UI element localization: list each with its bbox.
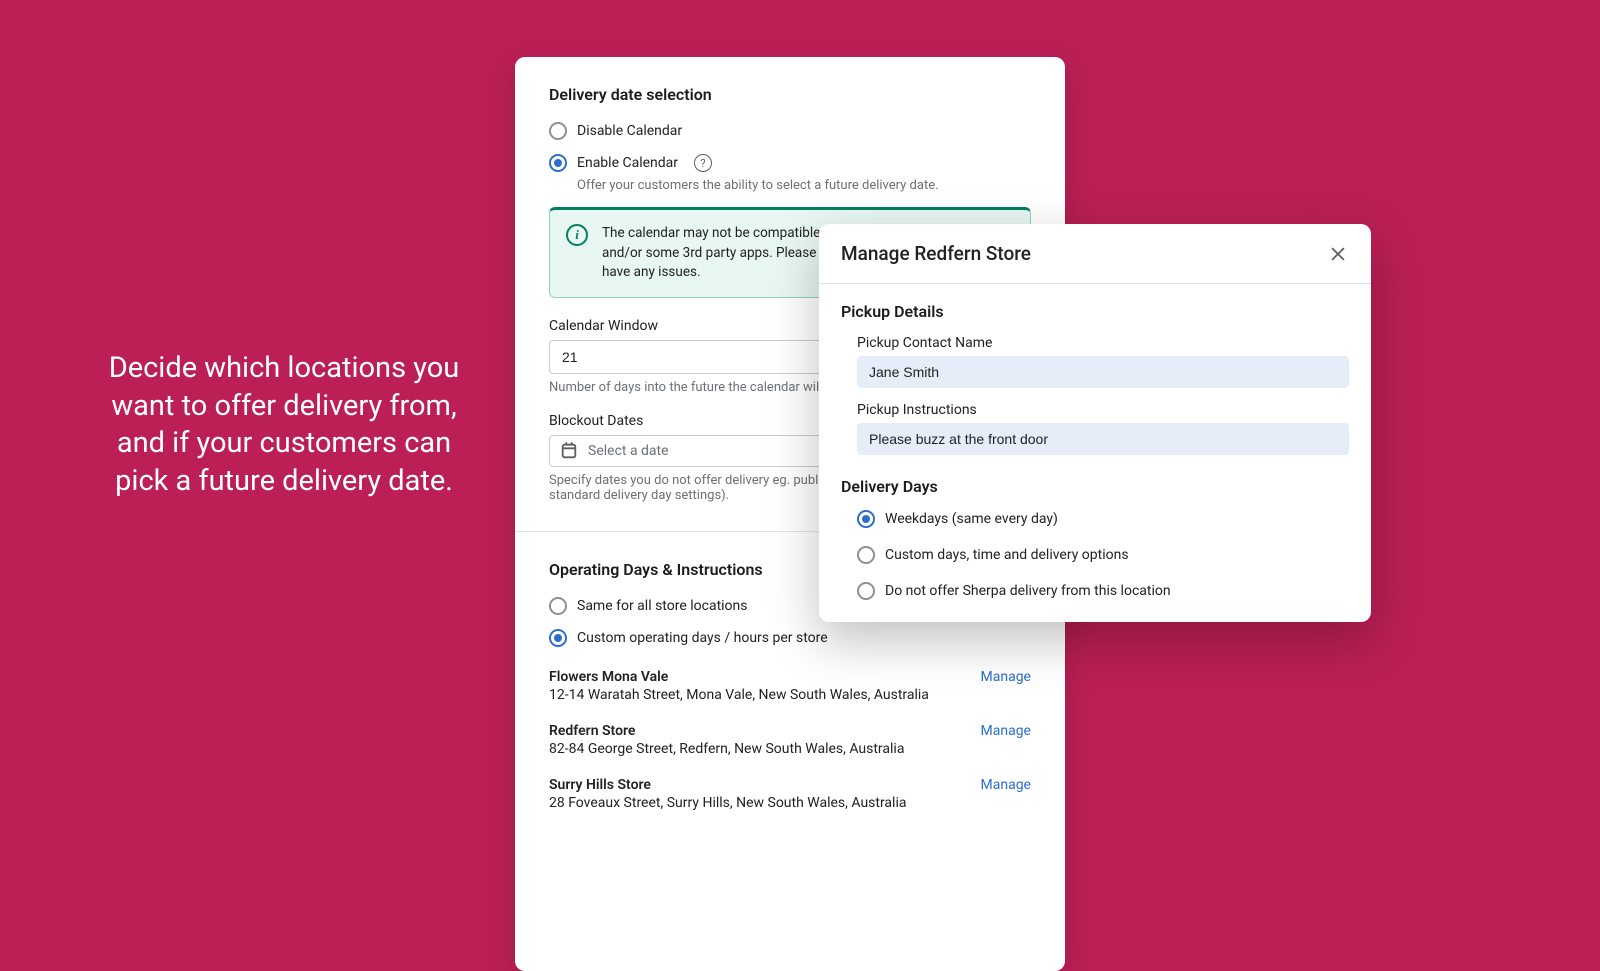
store-row: Redfern Store 82-84 George Street, Redfe… [549,723,1031,757]
weekdays-label: Weekdays (same every day) [885,511,1058,527]
delivery-days-title: Delivery Days [841,477,1349,496]
store-row: Flowers Mona Vale 12-14 Waratah Street, … [549,669,1031,703]
radio-unchecked-icon[interactable] [549,597,567,615]
store-address: 28 Foveaux Street, Surry Hills, New Sout… [549,795,906,811]
modal-title: Manage Redfern Store [841,242,1031,265]
same-locations-label: Same for all store locations [577,598,748,614]
pickup-instructions-label: Pickup Instructions [857,402,1349,418]
pickup-contact-label: Pickup Contact Name [857,335,1349,351]
manage-link[interactable]: Manage [981,723,1031,739]
radio-unchecked-icon[interactable] [857,582,875,600]
store-name: Redfern Store [549,723,904,739]
modal-body: Pickup Details Pickup Contact Name Picku… [819,284,1371,622]
custom-days-option[interactable]: Custom days, time and delivery options [857,546,1349,564]
custom-hours-option[interactable]: Custom operating days / hours per store [549,629,1031,647]
enable-calendar-help: Offer your customers the ability to sele… [577,178,1031,193]
radio-checked-icon[interactable] [549,629,567,647]
manage-link[interactable]: Manage [981,777,1031,793]
custom-days-label: Custom days, time and delivery options [885,547,1129,563]
help-icon[interactable]: ? [694,154,712,172]
enable-calendar-label: Enable Calendar [577,155,678,171]
close-button[interactable] [1327,243,1349,265]
custom-hours-label: Custom operating days / hours per store [577,630,828,646]
disable-calendar-label: Disable Calendar [577,123,682,139]
store-row: Surry Hills Store 28 Foveaux Street, Sur… [549,777,1031,811]
no-delivery-option[interactable]: Do not offer Sherpa delivery from this l… [857,582,1349,600]
enable-calendar-option[interactable]: Enable Calendar ? [549,154,1031,172]
manage-store-modal: Manage Redfern Store Pickup Details Pick… [819,224,1371,622]
close-icon [1329,245,1347,263]
pickup-details-title: Pickup Details [841,302,1349,321]
store-name: Surry Hills Store [549,777,906,793]
manage-link[interactable]: Manage [981,669,1031,685]
headline-text: Decide which locations you want to offer… [88,350,480,501]
disable-calendar-option[interactable]: Disable Calendar [549,122,1031,140]
radio-checked-icon[interactable] [857,510,875,528]
radio-unchecked-icon[interactable] [857,546,875,564]
pickup-instructions-input[interactable] [857,423,1349,455]
pickup-contact-input[interactable] [857,356,1349,388]
delivery-section-title: Delivery date selection [549,85,1031,104]
store-address: 12-14 Waratah Street, Mona Vale, New Sou… [549,687,929,703]
store-address: 82-84 George Street, Redfern, New South … [549,741,904,757]
info-icon: i [566,224,588,246]
no-delivery-label: Do not offer Sherpa delivery from this l… [885,583,1171,599]
radio-checked-icon[interactable] [549,154,567,172]
modal-header: Manage Redfern Store [819,224,1371,284]
radio-unchecked-icon[interactable] [549,122,567,140]
calendar-icon [560,442,578,460]
weekdays-option[interactable]: Weekdays (same every day) [857,510,1349,528]
store-name: Flowers Mona Vale [549,669,929,685]
blockout-date-placeholder: Select a date [588,443,669,459]
